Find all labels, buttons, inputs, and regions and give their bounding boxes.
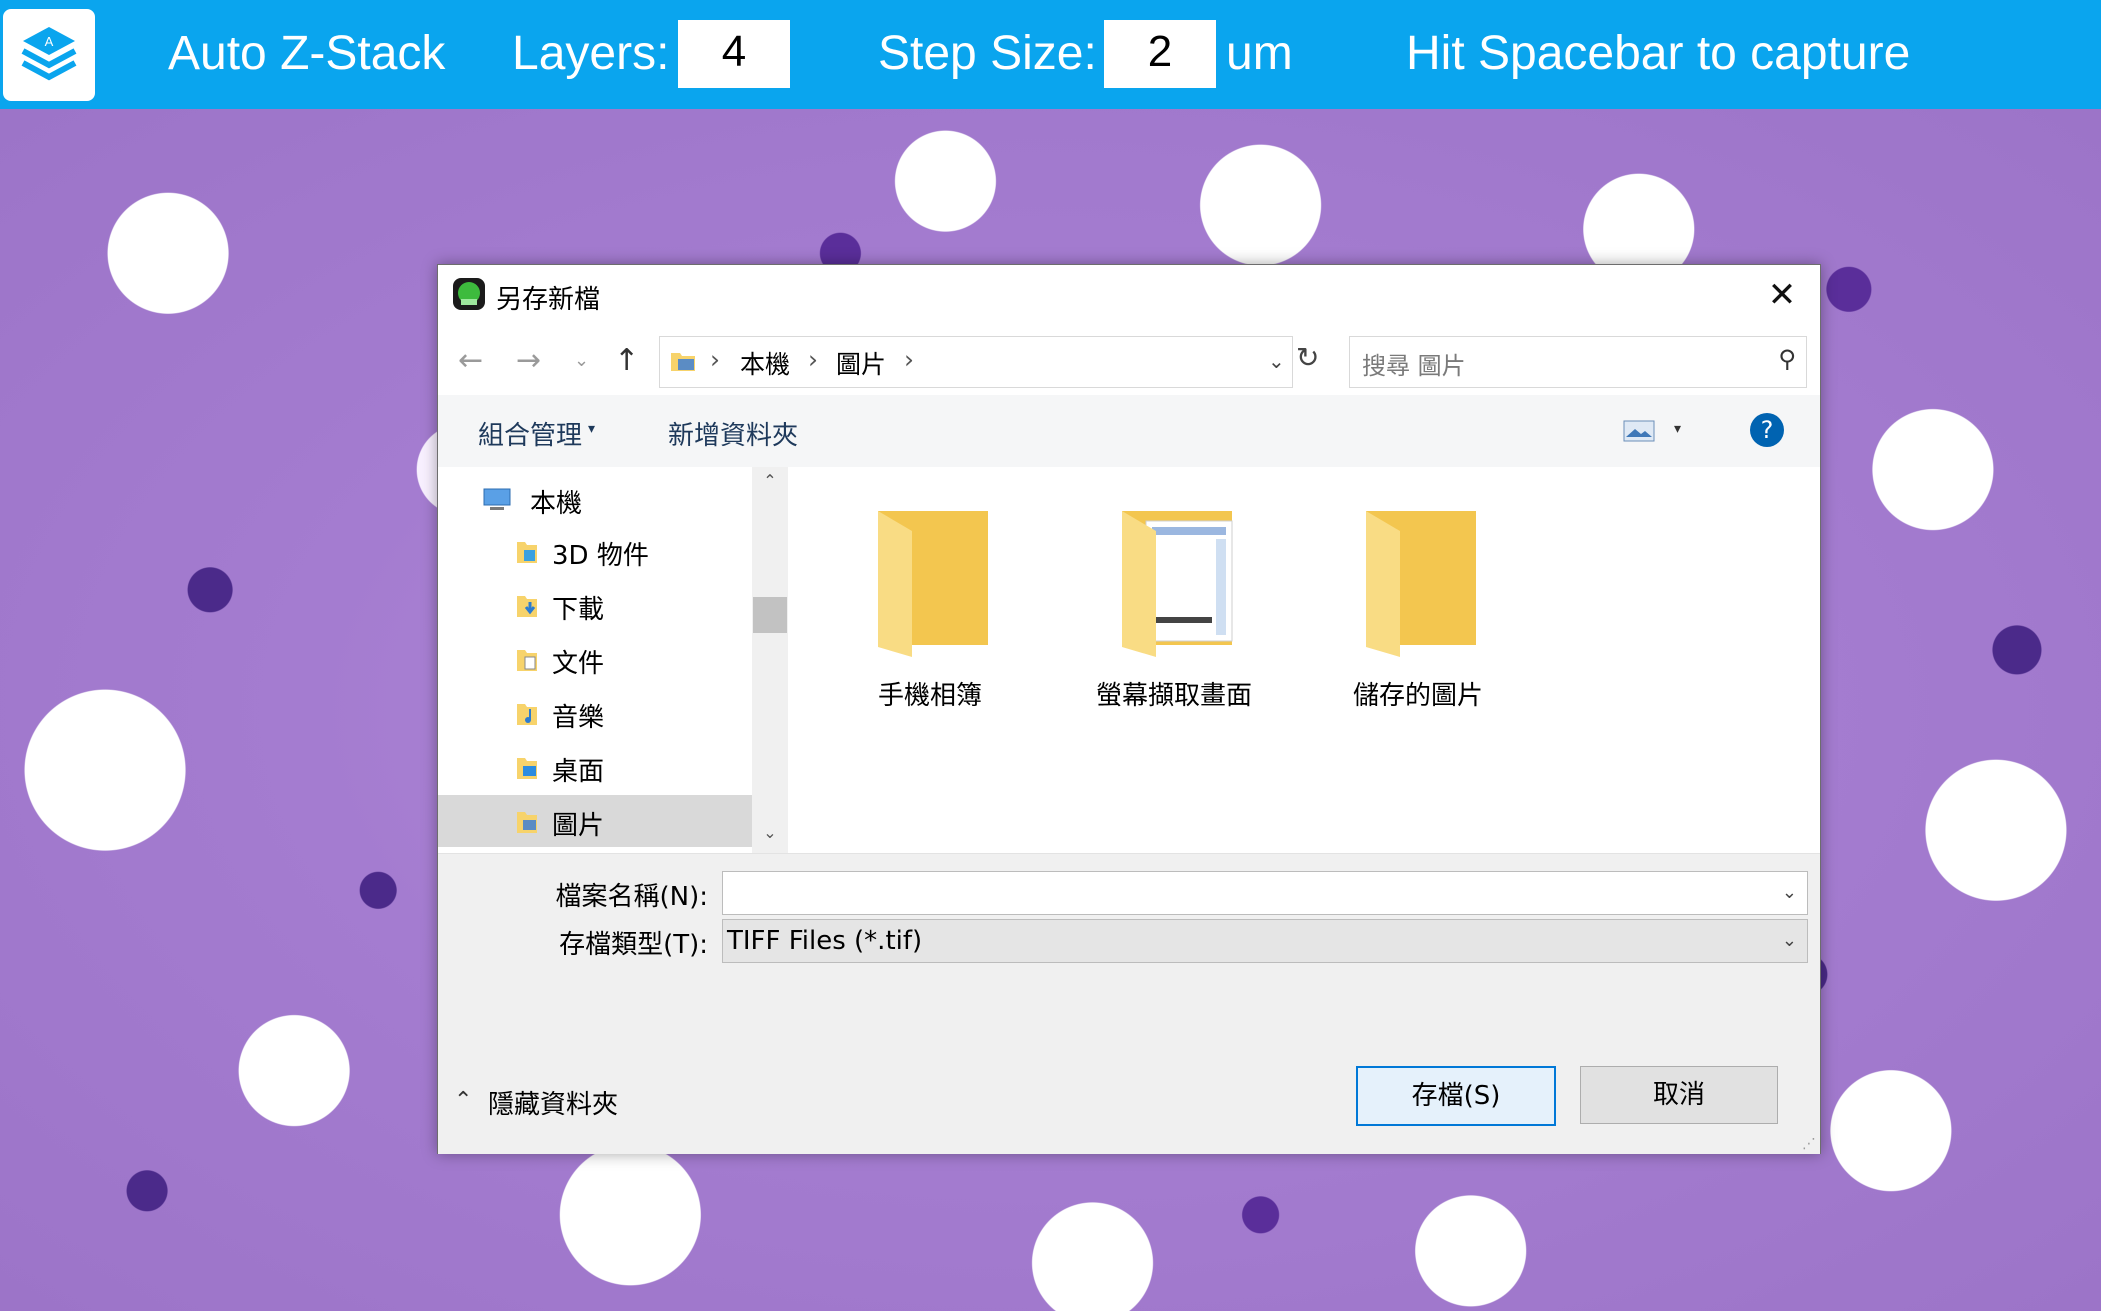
filetype-label: 存檔類型(T): — [559, 930, 708, 960]
filetype-select[interactable]: TIFF Files (*.tif) ⌄ — [722, 919, 1808, 963]
nav-item-this-pc[interactable]: 本機 — [438, 473, 752, 525]
save-options-panel: 檔案名稱(N): ⌄ 存檔類型(T): TIFF Files (*.tif) ⌄… — [438, 853, 1820, 1154]
cancel-button[interactable]: 取消 — [1580, 1066, 1778, 1124]
nav-item-downloads[interactable]: 下載 — [438, 579, 752, 631]
breadcrumb-separator-icon: › — [904, 345, 914, 374]
folder-icon — [1112, 507, 1237, 657]
view-dropdown-icon[interactable]: ▾ — [1674, 421, 1681, 437]
folder-item[interactable]: 儲存的圖片 — [1338, 507, 1498, 712]
save-button[interactable]: 存檔(S) — [1356, 1066, 1556, 1126]
breadcrumb-separator-icon: › — [710, 345, 720, 374]
folder-name: 儲存的圖片 — [1352, 681, 1483, 711]
scroll-up-icon[interactable]: ⌃ — [752, 471, 788, 490]
computer-icon — [482, 487, 512, 513]
folder-name: 螢幕擷取畫面 — [1095, 681, 1252, 711]
nav-item-documents[interactable]: 文件 — [438, 633, 752, 685]
music-icon — [516, 701, 538, 727]
address-dropdown-icon[interactable]: ⌄ — [1268, 349, 1285, 373]
address-bar[interactable]: › 本機 › 圖片 › ⌄ — [659, 336, 1293, 388]
nav-item-label: 下載 — [552, 595, 605, 625]
refresh-icon[interactable]: ↻ — [1296, 341, 1319, 374]
filename-dropdown-icon[interactable]: ⌄ — [1782, 872, 1797, 914]
filetype-value: TIFF Files (*.tif) — [727, 926, 923, 956]
nav-item-pictures[interactable]: 圖片 — [438, 795, 752, 847]
folder-icon — [1356, 507, 1481, 657]
filetype-dropdown-icon[interactable]: ⌄ — [1782, 920, 1797, 962]
layers-input[interactable]: 4 — [678, 20, 790, 88]
organize-dropdown-icon[interactable]: ▾ — [588, 421, 595, 437]
search-placeholder: 搜尋 圖片 — [1362, 352, 1466, 380]
organize-button[interactable]: 組合管理 — [478, 415, 582, 452]
folder-item[interactable]: 手機相簿 — [850, 507, 1010, 712]
desktop-icon — [516, 755, 538, 781]
app-name: Auto Z-Stack — [168, 27, 446, 80]
folder-name: 手機相簿 — [877, 681, 982, 711]
recent-dropdown-icon[interactable]: ⌄ — [574, 341, 589, 381]
up-arrow-icon[interactable]: ↑ — [614, 341, 639, 381]
close-icon[interactable]: ✕ — [1762, 275, 1802, 315]
3d-objects-icon — [516, 539, 538, 565]
breadcrumb-this-pc[interactable]: 本機 — [740, 345, 790, 381]
folder-item[interactable]: 螢幕擷取畫面 — [1094, 507, 1254, 712]
nav-scrollbar[interactable]: ⌃ ⌄ — [752, 467, 788, 853]
scrollbar-thumb[interactable] — [753, 597, 787, 633]
step-unit: um — [1226, 27, 1293, 80]
command-bar: 組合管理 ▾ 新增資料夾 ▾ ? — [438, 395, 1820, 467]
chevron-up-icon[interactable]: ⌃ — [454, 1088, 472, 1113]
nav-item-desktop[interactable]: 桌面 — [438, 741, 752, 793]
navigation-pane: 本機 3D 物件 下載 文件 音樂 桌面 圖片 — [438, 467, 788, 853]
pictures-icon — [516, 809, 538, 835]
layers-label: Layers: — [512, 27, 670, 80]
filename-input[interactable]: ⌄ — [722, 871, 1808, 915]
nav-item-music[interactable]: 音樂 — [438, 687, 752, 739]
nav-item-label: 桌面 — [552, 757, 605, 787]
nav-item-label: 音樂 — [552, 703, 605, 733]
nav-item-label: 圖片 — [552, 811, 605, 841]
app-logo-icon[interactable]: A — [3, 9, 95, 101]
save-as-dialog: 另存新檔 ✕ ← → ⌄ ↑ › 本機 › 圖片 › ⌄ ↻ 搜尋 圖片 ⚲ 組… — [437, 264, 1821, 1154]
back-arrow-icon[interactable]: ← — [458, 341, 483, 381]
nav-item-label: 文件 — [552, 649, 605, 679]
hide-folders-toggle[interactable]: 隱藏資料夾 — [488, 1084, 618, 1121]
capture-hint: Hit Spacebar to capture — [1406, 27, 1911, 80]
search-input[interactable]: 搜尋 圖片 ⚲ — [1349, 336, 1807, 388]
documents-icon — [516, 647, 538, 673]
view-options-icon[interactable] — [1623, 419, 1655, 443]
app-title-icon — [452, 277, 486, 311]
help-icon[interactable]: ? — [1750, 413, 1784, 447]
nav-item-label: 3D 物件 — [552, 541, 649, 571]
step-size-input[interactable]: 2 — [1104, 20, 1216, 88]
folder-icon — [868, 507, 993, 657]
step-size-label: Step Size: — [878, 27, 1097, 80]
toolbar: A Auto Z-Stack Layers: 4 Step Size: 2 um… — [0, 0, 2101, 109]
new-folder-button[interactable]: 新增資料夾 — [668, 415, 798, 452]
search-icon[interactable]: ⚲ — [1778, 345, 1796, 373]
svg-text:A: A — [45, 34, 54, 49]
breadcrumb-separator-icon: › — [808, 345, 818, 374]
downloads-icon — [516, 593, 538, 619]
pictures-folder-icon — [670, 349, 696, 373]
nav-item-label: 本機 — [530, 489, 583, 519]
resize-grip-icon[interactable]: ⋰ — [1802, 1136, 1816, 1152]
nav-item-3d-objects[interactable]: 3D 物件 — [438, 525, 752, 577]
breadcrumb-pictures[interactable]: 圖片 — [836, 345, 886, 381]
forward-arrow-icon[interactable]: → — [516, 341, 541, 381]
scroll-down-icon[interactable]: ⌄ — [752, 823, 788, 842]
dialog-title: 另存新檔 — [496, 285, 601, 315]
folder-view: 手機相簿 螢幕擷取畫面 儲存的圖片 — [798, 467, 1820, 853]
filename-label: 檔案名稱(N): — [555, 882, 709, 912]
